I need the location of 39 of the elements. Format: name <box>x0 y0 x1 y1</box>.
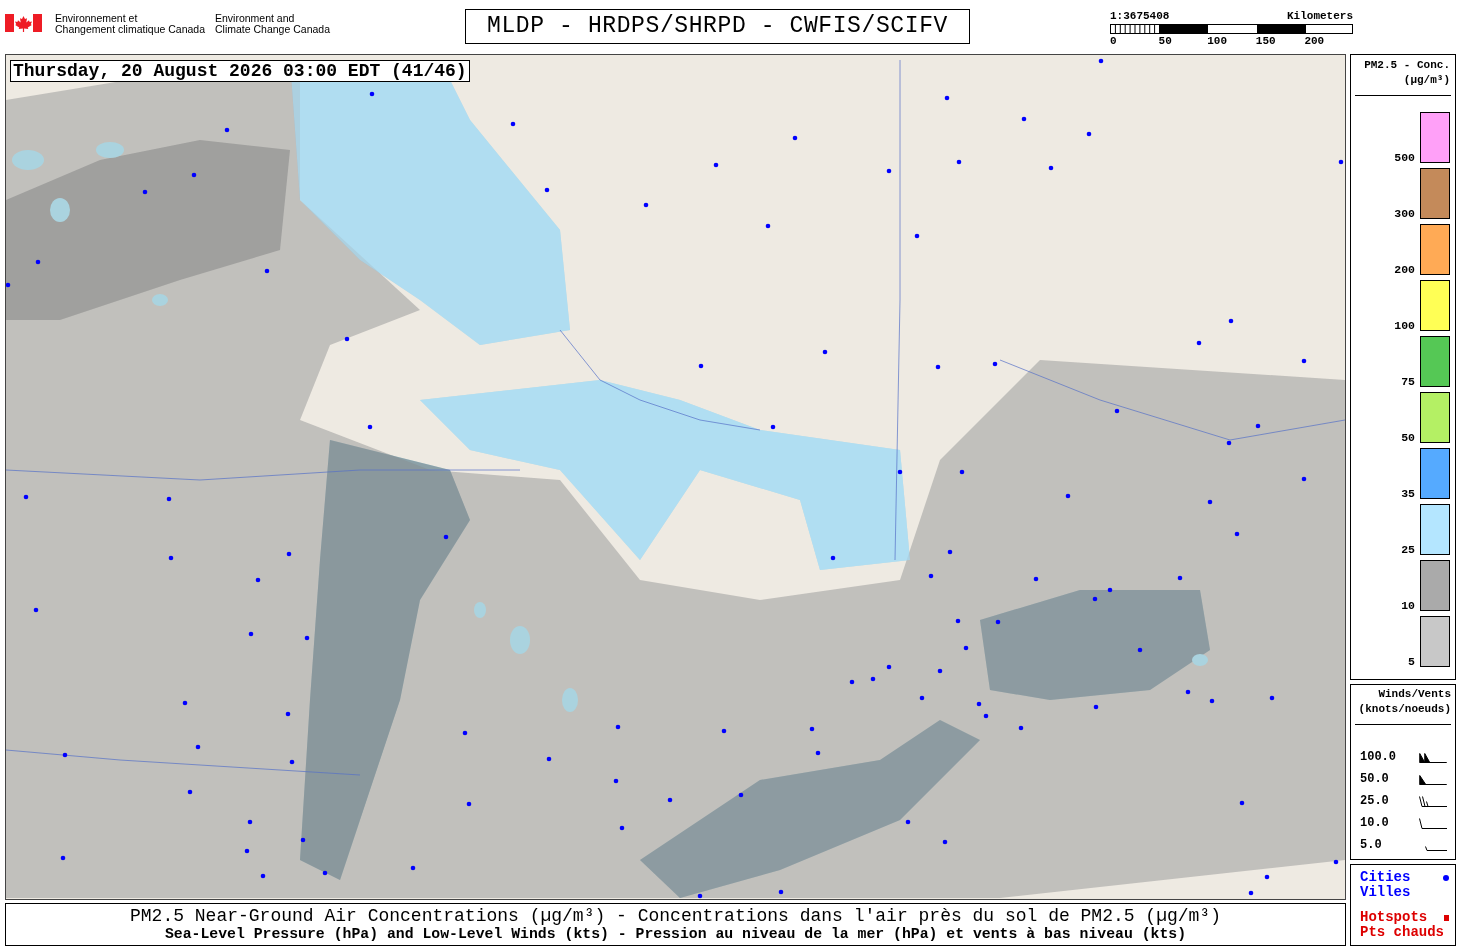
legend-value: 75 <box>1401 376 1415 387</box>
scale-tick-label: 50 <box>1158 35 1173 48</box>
scale-tick-label: 150 <box>1255 35 1277 48</box>
scale-tick-label: 0 <box>1110 35 1118 48</box>
scale-tick-label: 100 <box>1207 35 1228 48</box>
legend-label: Cities Villes <box>1360 870 1411 900</box>
caption-title: PM2.5 Near-Ground Air Concentrations (µg/m³) - Concentrations dans l'air près du sol de PM2.5 (µg/m³) <box>130 906 1221 926</box>
agency-wordmark: Environnement et Changement climatique Canada <box>55 13 206 35</box>
scale-bar-icon <box>1110 24 1353 34</box>
legend-value: 500 <box>1394 152 1415 163</box>
legend-title: PM2.5 - Conc. (µg/m³) <box>1363 58 1451 88</box>
wind-barb-icon <box>1425 846 1447 851</box>
scale-tick-label: 200 <box>1304 35 1326 48</box>
legend-value: 300 <box>1394 208 1415 219</box>
legend-value: 100.0 <box>1360 751 1396 763</box>
legend-value: 50 <box>1401 432 1415 443</box>
legend-value: 35 <box>1401 488 1415 499</box>
caption-subtitle: Sea-Level Pressure (hPa) and Low-Level Winds (kts) - Pression au niveau de la mer (hPa) et vents à bas niveau (kts) <box>164 926 1187 943</box>
legend-title: Winds/Vents (knots/noeuds) <box>1357 687 1452 717</box>
legend-value: 10 <box>1401 600 1415 611</box>
scale-ratio: 1:3675408 <box>1110 10 1170 23</box>
legend-value: 10.0 <box>1360 817 1389 829</box>
wind-barb-icon <box>1419 775 1447 785</box>
scale-unit: Kilometers <box>1287 10 1353 23</box>
legend-value: 5.0 <box>1360 839 1382 851</box>
legend-label: Hotspots Pts chauds <box>1360 910 1444 940</box>
legend-value: 200 <box>1394 264 1415 275</box>
flag-icon <box>5 14 42 32</box>
legend-value: 100 <box>1394 320 1415 331</box>
legend-value: 5 <box>1408 656 1415 667</box>
wind-barb-icon <box>1419 818 1447 829</box>
legend-value: 25 <box>1401 544 1415 555</box>
legend-value: 25.0 <box>1360 795 1389 807</box>
agency-wordmark: Environment and Climate Change Canada <box>215 13 330 35</box>
product-title: MLDP - HRDPS/SHRPD - CWFIS/SCIFV <box>465 9 970 44</box>
timestamp-label: Thursday, 20 August 2026 03:00 EDT (41/46) <box>10 60 470 82</box>
legend-value: 50.0 <box>1360 773 1389 785</box>
wind-barb-icon <box>1419 753 1447 763</box>
wind-barb-icon <box>1419 796 1447 807</box>
